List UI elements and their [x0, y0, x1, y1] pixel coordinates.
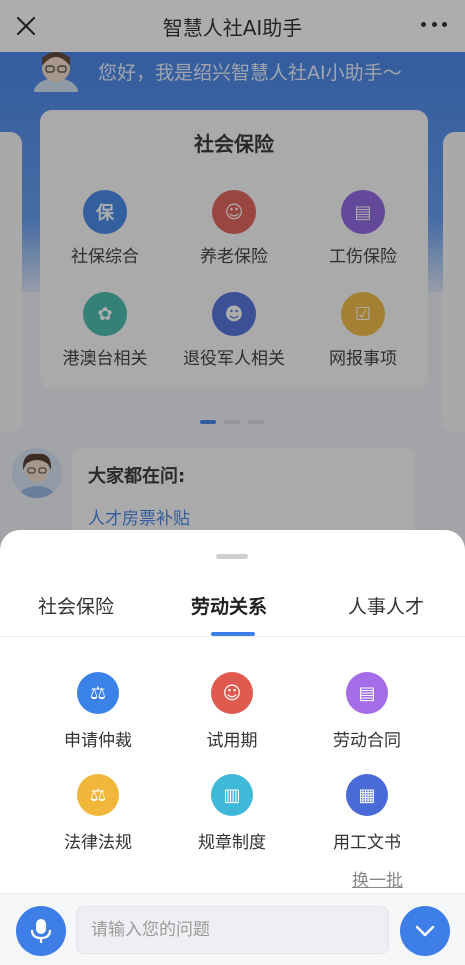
user-badge-icon: ☺ [211, 672, 253, 714]
sheet-service-item[interactable]: ▦ 用工文书 [297, 774, 437, 853]
rules-icon: ▥ [211, 774, 253, 816]
question-input[interactable] [76, 906, 389, 954]
sheet-service-item[interactable]: ⚖ 申请仲裁 [28, 672, 168, 751]
voice-button[interactable] [16, 906, 66, 956]
sheet-service-label: 用工文书 [333, 833, 401, 853]
sheet-service-label: 试用期 [206, 731, 258, 751]
contract-icon: ▤ [346, 672, 388, 714]
gavel-icon: ⚖ [77, 672, 119, 714]
tab-personnel-talent[interactable]: 人事人才 [348, 592, 424, 619]
bottom-sheet: 社会保险 劳动关系 人事人才 ⚖ 申请仲裁 ☺ 试用期 ▤ 劳动合同 ⚖ 法律法规 ▥ 规章制度 ▦… [0, 530, 465, 965]
sheet-service-label: 申请仲裁 [64, 731, 132, 751]
drag-handle[interactable] [216, 554, 248, 559]
sheet-service-label: 法律法规 [64, 833, 132, 853]
sheet-service-label: 规章制度 [198, 833, 266, 853]
sheet-service-item[interactable]: ▤ 劳动合同 [297, 672, 437, 751]
sheet-service-item[interactable]: ▥ 规章制度 [162, 774, 302, 853]
sheet-service-item[interactable]: ☺ 试用期 [162, 672, 302, 751]
tab-social-insurance[interactable]: 社会保险 [38, 592, 114, 619]
microphone-icon [30, 919, 52, 943]
divider [0, 636, 465, 637]
category-tabs: 社会保险 劳动关系 人事人才 [0, 586, 465, 638]
input-bar [0, 893, 465, 965]
tab-labor-relations[interactable]: 劳动关系 [191, 592, 267, 619]
refresh-batch-link[interactable]: 换一批 [352, 866, 403, 891]
scales-icon: ⚖ [77, 774, 119, 816]
chevron-down-icon [415, 925, 435, 937]
sheet-service-item[interactable]: ⚖ 法律法规 [28, 774, 168, 853]
file-icon: ▦ [346, 774, 388, 816]
sheet-service-label: 劳动合同 [333, 731, 401, 751]
collapse-button[interactable] [400, 906, 450, 956]
